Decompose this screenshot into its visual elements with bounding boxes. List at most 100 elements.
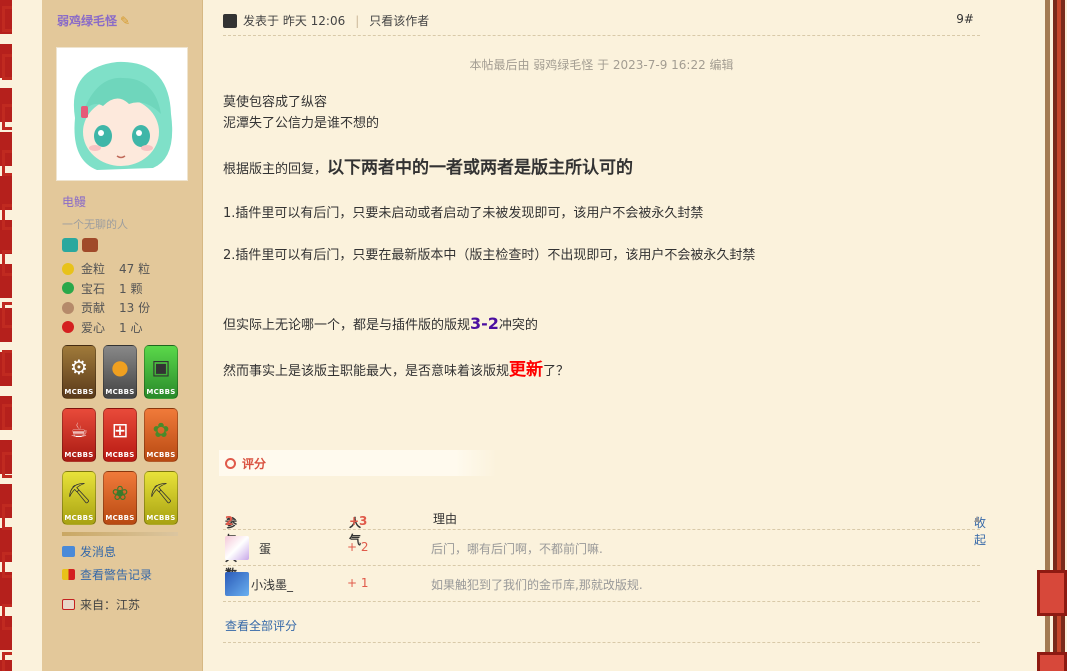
left-border-bracket <box>2 54 12 80</box>
author-name-link[interactable]: 弱鸡绿毛怪 ✎ <box>57 12 130 29</box>
medal-row <box>62 238 98 252</box>
rule-number-highlight: 3-2 <box>470 314 499 333</box>
badge-label: MCBBS <box>146 388 176 396</box>
windows-badge-icon[interactable]: ⊞ MCBBS <box>103 408 137 462</box>
rating-row: 蛋 + 2 后门，哪有后门啊，不都前门嘛. <box>223 530 980 566</box>
dispenser-badge-icon[interactable]: ⚙ MCBBS <box>62 345 96 399</box>
post-line: 但实际上无论哪一个，都是与插件版的版规3-2冲突的 <box>223 313 538 336</box>
post-header: 发表于 昨天 12:06 | 只看该作者 9# <box>223 6 980 36</box>
left-border-bracket <box>2 104 12 130</box>
badge-glyph: ❀ <box>111 481 129 505</box>
badge-glyph: ⊞ <box>111 418 129 442</box>
left-decorative-border <box>0 0 42 671</box>
send-message-link[interactable]: 发消息 <box>62 543 116 560</box>
envelope-icon <box>62 546 75 557</box>
rater-name[interactable]: 小浅墨_ <box>251 576 293 593</box>
user-custom-title: 一个无聊的人 <box>62 218 128 231</box>
scroll-top-tab[interactable] <box>1037 570 1067 616</box>
rating-table: 参与人数 2 人气 +3 理由 收起 ▲ 蛋 + 2 后门，哪有后门啊，不都前门… <box>223 506 986 643</box>
badge-label: MCBBS <box>64 514 94 522</box>
rating-table-divider <box>223 642 980 643</box>
badge-glyph: ✿ <box>152 418 170 442</box>
post-text-bold: 以下两者中的一者或两者是版主所认可的 <box>327 158 634 178</box>
post-text: 然而事实上是该版主职能最大，是否意味着该版规 <box>223 364 510 379</box>
participants-count: 2 <box>225 514 234 528</box>
rater-avatar[interactable] <box>225 572 249 596</box>
left-border-bracket <box>2 302 12 328</box>
rating-reason: 后门，哪有后门啊，不都前门嘛. <box>431 542 603 556</box>
stat-value: 13 份 <box>119 301 151 316</box>
badge-label: MCBBS <box>105 514 135 522</box>
right-decorative-border <box>1037 0 1067 671</box>
stat-value: 1 颗 <box>119 281 143 296</box>
only-author-link[interactable]: 只看该作者 <box>369 12 429 29</box>
rating-row: 小浅墨_ + 1 如果触犯到了我们的金币库,那就改版规. <box>223 566 980 602</box>
post-main: 发表于 昨天 12:06 | 只看该作者 9# 本帖最后由 弱鸡绿毛怪 于 20… <box>203 0 1037 671</box>
rater-name[interactable]: 蛋 <box>259 540 271 557</box>
view-warnings-label[interactable]: 查看警告记录 <box>80 566 152 583</box>
pickaxe-badge-icon[interactable]: ⛏ MCBBS <box>62 471 96 525</box>
tree-badge-icon[interactable]: ❀ MCBBS <box>103 471 137 525</box>
badge-label: MCBBS <box>146 514 176 522</box>
left-border-bracket <box>2 6 12 32</box>
left-border-bracket <box>2 452 12 478</box>
scroll-bottom-tab[interactable] <box>1037 652 1067 671</box>
sapling-badge-icon[interactable]: ✿ MCBBS <box>144 408 178 462</box>
post-text: 根据版主的回复， <box>223 162 328 177</box>
badge-glyph: ⚙ <box>70 355 88 379</box>
piston-badge-icon[interactable]: ▣ MCBBS <box>144 345 178 399</box>
gold-nugget-icon <box>62 262 74 275</box>
post-date: 发表于 昨天 12:06 <box>243 14 346 28</box>
author-name[interactable]: 弱鸡绿毛怪 <box>57 14 117 28</box>
badge-label: MCBBS <box>146 451 176 459</box>
stat-value: 1 心 <box>119 320 143 335</box>
post-line: 根据版主的回复，以下两者中的一者或两者是版主所认可的 <box>223 158 633 180</box>
post-text: 冲突的 <box>498 318 538 333</box>
rating-tab[interactable]: 评分 <box>219 450 497 476</box>
left-border-bracket <box>2 150 12 176</box>
badge-label: MCBBS <box>64 451 94 459</box>
left-border-bracket <box>2 552 12 578</box>
rating-tab-label[interactable]: 评分 <box>242 455 266 472</box>
post-line: 1.插件里可以有后门，只要未启动或者启动了未被发现即可，该用户不会被永久封禁 <box>223 206 704 221</box>
minecart-chest-icon[interactable] <box>82 238 98 252</box>
user-group[interactable]: 电鳗 <box>62 193 86 210</box>
badge-glyph: ⛏ <box>66 481 92 505</box>
water-lava-badge-icon[interactable]: ● MCBBS <box>103 345 137 399</box>
rater-avatar[interactable] <box>225 536 249 560</box>
update-highlight: 更新 <box>509 360 544 380</box>
badge-glyph: ▣ <box>151 355 171 379</box>
left-border-bracket <box>2 652 12 671</box>
stat-gold: 金粒 47 粒 <box>62 259 150 279</box>
rating-table-header: 参与人数 2 人气 +3 理由 收起 ▲ <box>223 506 986 581</box>
header-divider: | <box>355 13 360 28</box>
pickaxe-gold-badge-icon[interactable]: ⛏ MCBBS <box>144 471 178 525</box>
left-border-bracket <box>2 404 12 430</box>
chevron-up-icon: ▲ <box>974 514 981 523</box>
reason-label: 理由 <box>433 512 458 526</box>
stat-label: 宝石 <box>81 281 106 296</box>
location-icon <box>62 599 75 610</box>
view-all-ratings-link[interactable]: 查看全部评分 <box>225 617 297 634</box>
badge-label: MCBBS <box>105 388 135 396</box>
badge-grid: ⚙ MCBBS ● MCBBS ▣ MCBBS ☕ MCBBS ⊞ MCBBS ✿ MCBB… <box>62 345 178 525</box>
view-warnings-link[interactable]: 查看警告记录 <box>62 566 152 583</box>
minecart-icon[interactable] <box>62 238 78 252</box>
post-line: 2.插件里可以有后门，只要在最新版本中（版主检查时）不出现即可，该用户不会被永久… <box>223 248 756 263</box>
rating-score: + 2 <box>347 540 369 554</box>
user-location: 来自：江苏 <box>62 596 140 613</box>
author-avatar[interactable] <box>56 47 188 181</box>
emerald-icon <box>62 282 74 295</box>
badge-row-partial <box>62 532 178 536</box>
stat-gem: 宝石 1 颗 <box>62 279 150 299</box>
left-border-bracket <box>2 604 12 630</box>
send-message-label[interactable]: 发消息 <box>80 543 116 560</box>
contribution-icon <box>62 301 74 314</box>
anime-avatar-image <box>57 48 187 180</box>
floor-number[interactable]: 9# <box>956 12 974 26</box>
stat-label: 金粒 <box>81 262 106 277</box>
stat-label: 爱心 <box>81 320 106 335</box>
stat-contribution: 贡献 13 份 <box>62 298 150 318</box>
java-badge-icon[interactable]: ☕ MCBBS <box>62 408 96 462</box>
online-status-icon <box>223 13 237 28</box>
